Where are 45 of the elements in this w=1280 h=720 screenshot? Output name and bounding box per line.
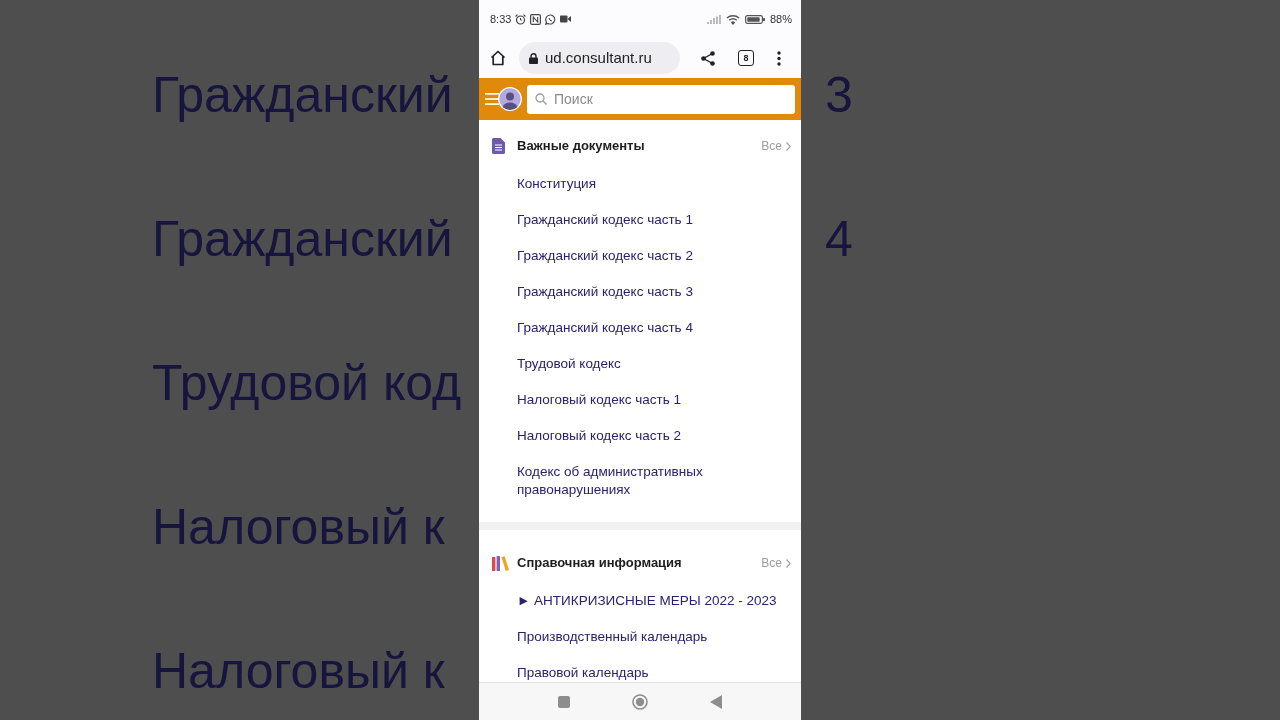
avatar-icon[interactable] bbox=[498, 87, 522, 111]
recents-icon[interactable] bbox=[558, 695, 570, 708]
document-link[interactable]: Трудовой кодекс bbox=[517, 355, 621, 373]
section-title: Важные документы bbox=[517, 137, 645, 156]
status-time: 8:33 bbox=[490, 11, 512, 27]
search-field[interactable]: Поиск bbox=[527, 84, 795, 114]
section-title: Справочная информация bbox=[517, 554, 682, 573]
search-icon bbox=[535, 93, 547, 105]
document-link[interactable]: Правовой календарь bbox=[517, 664, 649, 682]
share-icon[interactable] bbox=[701, 50, 715, 66]
document-link[interactable]: Конституция bbox=[517, 175, 596, 193]
lock-icon bbox=[529, 52, 538, 64]
document-link[interactable]: Гражданский кодекс часть 2 bbox=[517, 247, 693, 265]
chevron-right-icon bbox=[786, 558, 791, 568]
battery-icon bbox=[744, 14, 765, 24]
books-icon bbox=[492, 555, 509, 571]
tab-switcher-button[interactable]: 8 bbox=[738, 50, 754, 66]
background-text: Трудовой код bbox=[152, 358, 462, 408]
background-text: 3 bbox=[825, 70, 853, 120]
document-link[interactable]: ► АНТИКРИЗИСНЫЕ МЕРЫ 2022 - 2023 bbox=[517, 592, 777, 610]
home-icon[interactable] bbox=[490, 50, 506, 66]
signal-icon bbox=[706, 14, 721, 24]
document-link[interactable]: Гражданский кодекс часть 4 bbox=[517, 319, 693, 337]
more-options-icon[interactable] bbox=[777, 50, 781, 66]
url-field[interactable]: ud.consultant.ru bbox=[519, 42, 680, 74]
document-link[interactable]: Гражданский кодекс часть 1 bbox=[517, 211, 693, 229]
video-camera-icon bbox=[560, 15, 572, 23]
document-link[interactable]: Кодекс об административных правонарушениях bbox=[517, 463, 781, 499]
background-text: 4 bbox=[825, 214, 853, 264]
chat-bubble-icon bbox=[545, 13, 557, 25]
document-link[interactable]: Производственный календарь bbox=[517, 628, 708, 646]
background-text: Налоговый к bbox=[152, 502, 445, 552]
chevron-right-icon bbox=[786, 141, 791, 151]
background-text: Гражданский bbox=[152, 70, 453, 120]
nfc-icon bbox=[530, 13, 542, 25]
alarm-clock-icon bbox=[515, 13, 527, 25]
background-text: Гражданский bbox=[152, 214, 453, 264]
document-link[interactable]: Гражданский кодекс часть 3 bbox=[517, 283, 693, 301]
document-icon bbox=[492, 138, 505, 154]
back-icon[interactable] bbox=[710, 694, 722, 709]
document-link[interactable]: Налоговый кодекс часть 1 bbox=[517, 391, 682, 409]
wifi-icon bbox=[725, 13, 740, 25]
document-link[interactable]: Налоговый кодекс часть 2 bbox=[517, 427, 682, 445]
background-text: Налоговый к bbox=[152, 646, 445, 696]
battery-percentage: 88% bbox=[769, 11, 792, 27]
